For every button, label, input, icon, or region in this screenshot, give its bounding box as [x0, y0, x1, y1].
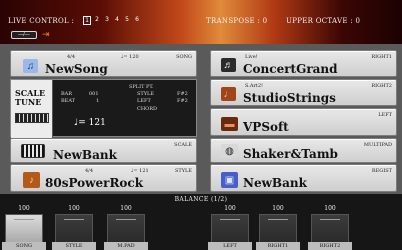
song-tag: SONG	[176, 54, 192, 60]
right2-balance-slider[interactable]: 100 RIGHT2	[308, 205, 352, 250]
slider-label: M.PAD	[104, 242, 148, 250]
style-split-label: STYLE	[137, 91, 155, 97]
left-split-value: F#2	[177, 98, 188, 104]
right1-tag: RIGHT1	[371, 54, 392, 60]
right2-voice-type: S.Art2!	[245, 83, 264, 89]
right1-voice-name: ConcertGrand	[243, 62, 338, 76]
split-info-panel: SCALE TUNE BAR 001 BEAT 1 SPLIT PT. STYL…	[10, 79, 197, 138]
music-note-icon: ♫	[23, 59, 38, 73]
song-box[interactable]: SONG 4/4 ♩= 120 ♫ NewSong	[10, 50, 197, 77]
live-control-page-4[interactable]: 4	[113, 16, 121, 25]
style-tempo: ♩= 121	[131, 168, 149, 174]
live-control-label: LIVE CONTROL :	[8, 17, 75, 25]
multipad-tag: MULTIPAD	[363, 142, 392, 148]
live-control-page-5[interactable]: 5	[123, 16, 131, 25]
drum-set-icon: ♪	[23, 172, 40, 188]
main-tempo[interactable]: ♩= 121	[74, 118, 106, 128]
scale-tag: SCALE	[174, 142, 192, 148]
multipad-box[interactable]: MULTIPAD ◍ Shaker&Tamb	[210, 138, 397, 163]
keyboard-icon	[15, 113, 49, 123]
multipad-drum-icon: ◍	[221, 144, 238, 158]
live-control-page-6[interactable]: 6	[133, 16, 141, 25]
left-voice-name: VPSoft	[243, 120, 289, 134]
live-control-pages: 1 2 3 4 5 6	[83, 16, 141, 25]
regist-box[interactable]: REGIST ▣ NewBank	[210, 164, 397, 192]
left-tag: LEFT	[378, 112, 392, 118]
style-split-value: F#2	[177, 91, 188, 97]
scale-box[interactable]: SCALE NewBank	[10, 138, 197, 163]
slider-value: 100	[120, 205, 132, 212]
scale-name: NewBank	[53, 148, 117, 162]
song-time-signature: 4/4	[67, 54, 76, 60]
live-control-page-2[interactable]: 2	[93, 16, 101, 25]
scale-keyboard-icon	[21, 144, 45, 158]
style-tag: STYLE	[174, 168, 192, 174]
slider-value: 100	[272, 205, 284, 212]
song-balance-slider[interactable]: 100 SONG	[2, 205, 46, 250]
style-name: 80sPowerRock	[45, 176, 144, 190]
live-control-page-1[interactable]: 1	[83, 16, 91, 25]
chord-label: CHORD	[137, 106, 158, 112]
style-box[interactable]: STYLE 4/4 ♩= 121 ♪ 80sPowerRock	[10, 164, 197, 192]
left-balance-slider[interactable]: 100 LEFT	[208, 205, 252, 250]
regist-bank-name: NewBank	[243, 176, 307, 190]
live-control-page-3[interactable]: 3	[103, 16, 111, 25]
left-split-label: LEFT	[137, 98, 151, 104]
right1-balance-slider[interactable]: 100 RIGHT1	[256, 205, 300, 250]
balance-panel: BALANCE (1/2) 100 SONG 100 STYLE 100 M.P…	[0, 194, 402, 250]
right2-voice-name: StudioStrings	[243, 91, 336, 105]
right1-box[interactable]: RIGHT1 Live! ♬ ConcertGrand	[210, 50, 397, 77]
right1-voice-type: Live!	[245, 54, 258, 60]
slider-value: 100	[224, 205, 236, 212]
arrow-right-icon[interactable]: ⇥	[42, 30, 50, 39]
multipad-name: Shaker&Tamb	[243, 147, 338, 161]
slider-label: RIGHT2	[308, 242, 352, 250]
scale-tune-label: SCALE TUNE	[15, 88, 46, 107]
split-point-label: SPLIT PT.	[129, 84, 154, 90]
main-panel: SONG 4/4 ♩= 120 ♫ NewSong SCALE TUNE BAR…	[0, 44, 402, 194]
live-control-assign-button[interactable]: —/—	[11, 31, 37, 39]
slider-label: STYLE	[52, 242, 96, 250]
song-tempo: ♩= 120	[121, 54, 139, 60]
regist-tag: REGIST	[371, 168, 392, 174]
registration-cube-icon: ▣	[221, 172, 238, 188]
right2-tag: RIGHT2	[371, 83, 392, 89]
beat-value: 1	[96, 98, 100, 104]
grand-piano-icon: ♬	[221, 58, 236, 72]
balance-title: BALANCE (1/2)	[174, 196, 228, 203]
mpad-balance-slider[interactable]: 100 M.PAD	[104, 205, 148, 250]
left-box[interactable]: LEFT ▬ VPSoft	[210, 108, 397, 136]
right2-box[interactable]: RIGHT2 S.Art2! ♩ StudioStrings	[210, 79, 397, 106]
slider-value: 100	[68, 205, 80, 212]
style-balance-slider[interactable]: 100 STYLE	[52, 205, 96, 250]
upper-octave-readout: UPPER OCTAVE : 0	[286, 17, 361, 25]
slider-value: 100	[18, 205, 30, 212]
transpose-readout: TRANSPOSE : 0	[206, 17, 268, 25]
song-name: NewSong	[45, 62, 108, 76]
beat-label: BEAT	[61, 98, 75, 104]
slider-label: RIGHT1	[256, 242, 300, 250]
slider-value: 100	[324, 205, 336, 212]
bar-value: 001	[89, 91, 99, 97]
bar-label: BAR	[61, 91, 73, 97]
violin-icon: ♩	[221, 87, 236, 101]
scale-tune-button[interactable]: SCALE TUNE	[11, 80, 53, 138]
top-bar: LIVE CONTROL : 1 2 3 4 5 6 TRANSPOSE : 0…	[0, 0, 402, 44]
electric-piano-icon: ▬	[221, 117, 238, 131]
slider-label: SONG	[2, 242, 46, 250]
slider-label: LEFT	[208, 242, 252, 250]
style-time-signature: 4/4	[85, 168, 94, 174]
